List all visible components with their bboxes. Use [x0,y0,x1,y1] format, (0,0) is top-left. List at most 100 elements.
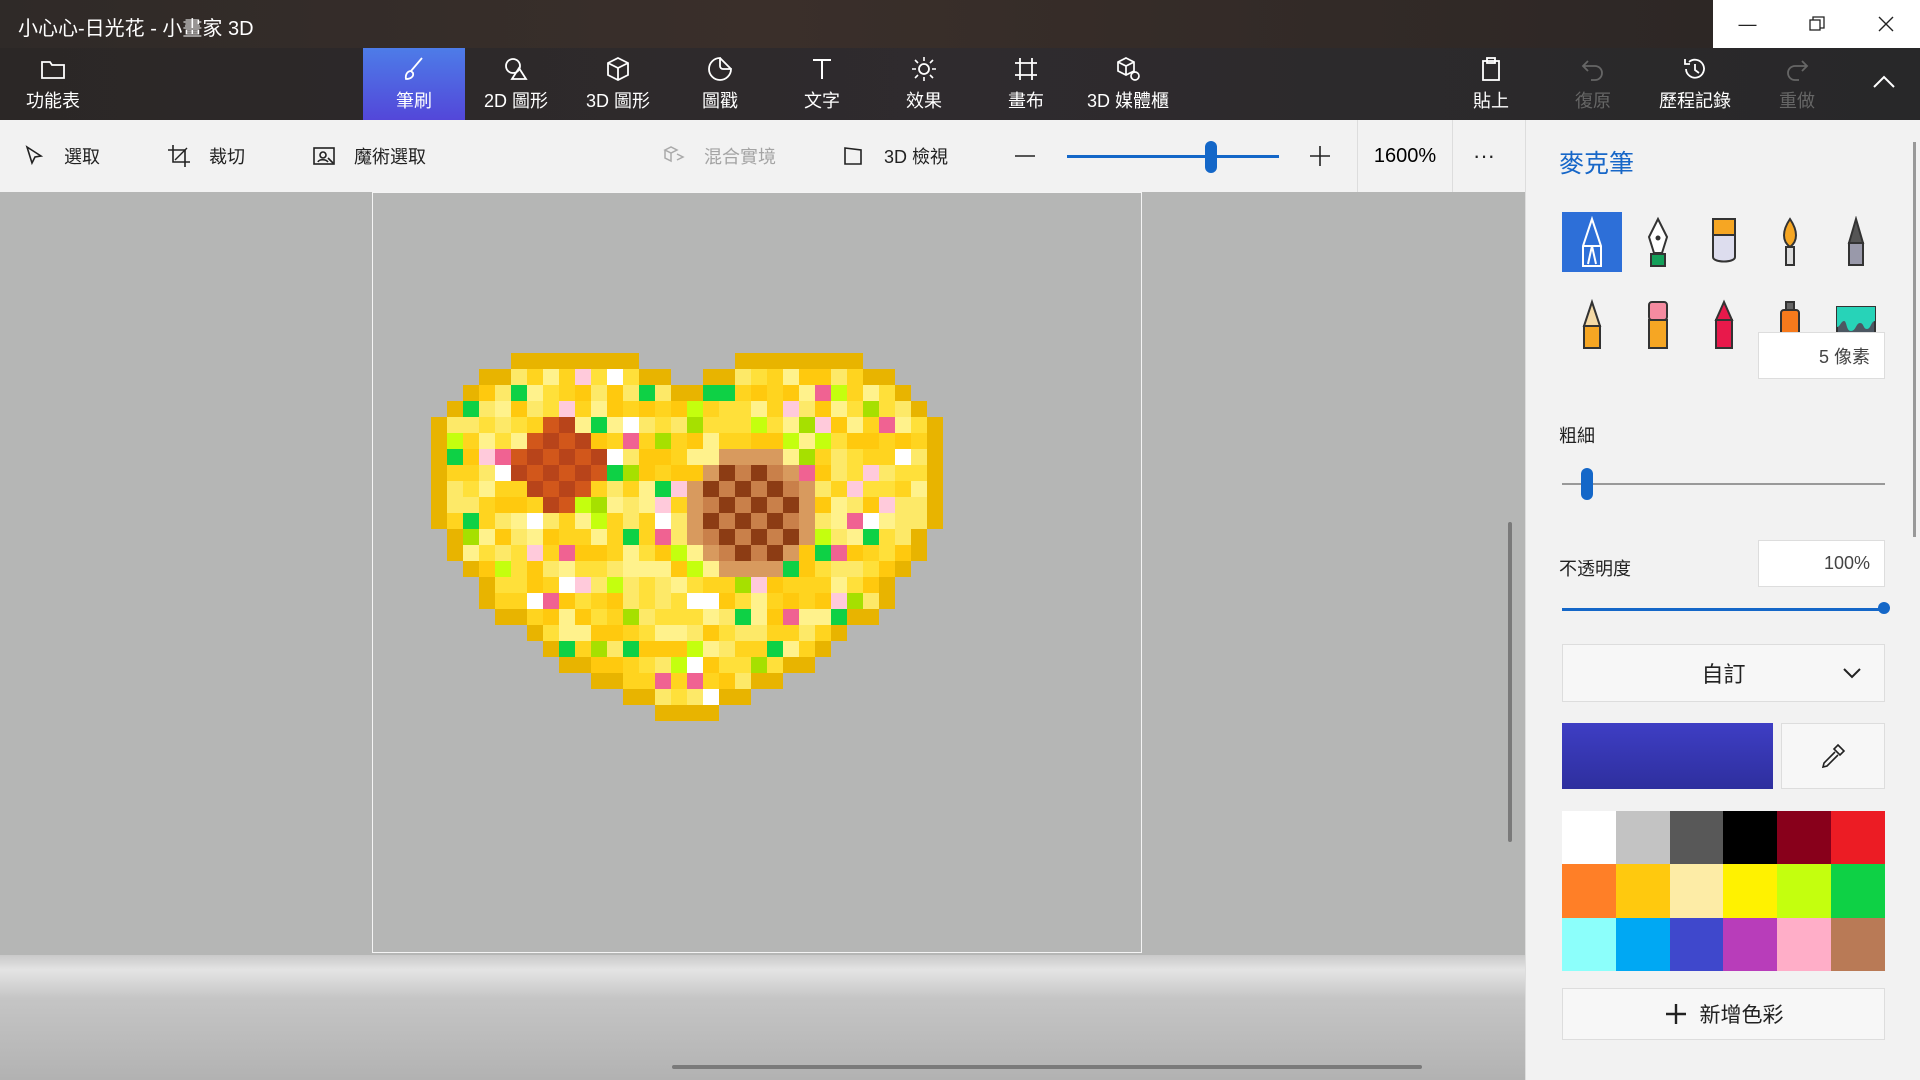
tab-stickers[interactable]: 圖戳 [669,48,771,120]
pixel [703,625,719,641]
palette-swatch[interactable] [1669,917,1724,971]
more-options-button[interactable]: ··· [1473,120,1495,192]
undo-icon [1581,60,1603,81]
brush-pixel-pen[interactable] [1826,212,1886,272]
pixel [815,385,831,401]
crop-button[interactable]: 裁切 [167,120,245,192]
pixel [863,593,879,609]
palette-swatch[interactable] [1777,917,1832,971]
panel-scrollbar[interactable] [1913,142,1916,537]
opacity-slider-thumb[interactable] [1878,602,1890,614]
brush-marker[interactable] [1562,212,1622,272]
palette-swatch[interactable] [1669,811,1724,865]
tab-2d-shapes[interactable]: 2D 圖形 [465,48,567,120]
close-icon[interactable] [1851,0,1920,48]
eyedropper-button[interactable] [1781,723,1885,789]
tab-canvas[interactable]: 畫布 [975,48,1077,120]
tab-text[interactable]: 文字 [771,48,873,120]
thickness-slider[interactable] [1562,483,1885,485]
pixel [463,481,479,497]
palette-swatch[interactable] [1723,917,1778,971]
pixel [847,545,863,561]
add-color-button[interactable]: 新增色彩 [1562,988,1885,1040]
brush-calligraphy[interactable] [1628,212,1688,272]
palette-swatch[interactable] [1669,864,1724,918]
pixel [703,433,719,449]
pixel [655,449,671,465]
redo-icon [1787,60,1809,81]
magic-select-button[interactable]: 魔術選取 [312,120,426,192]
palette-swatch[interactable] [1777,864,1832,918]
palette-swatch[interactable] [1562,864,1616,918]
tab-3d-library[interactable]: 3D 媒體櫃 [1077,48,1179,120]
tab-brushes[interactable]: 筆刷 [363,48,465,120]
pixel [655,433,671,449]
thickness-slider-thumb[interactable] [1580,468,1593,500]
pixel [591,545,607,561]
tab-effects[interactable]: 效果 [873,48,975,120]
brush-eraser[interactable] [1628,295,1688,355]
palette-swatch[interactable] [1615,811,1670,865]
mixed-reality-button[interactable]: 混合實境 [662,120,776,192]
pixel [927,433,943,449]
drawing-canvas[interactable] [372,192,1142,953]
zoom-slider[interactable] [1067,155,1279,158]
zoom-slider-thumb[interactable] [1204,141,1217,173]
menu-button[interactable]: 功能表 [10,48,96,120]
brush-watercolor[interactable] [1760,212,1820,272]
brush-pencil[interactable] [1562,295,1622,355]
palette-swatch[interactable] [1831,917,1885,971]
color-mode-dropdown[interactable]: 自訂 [1562,644,1885,702]
brush-crayon[interactable] [1694,295,1754,355]
thickness-input[interactable]: 5 像素 [1758,332,1885,379]
pixel [431,513,447,529]
zoom-value[interactable]: 1600% [1357,120,1453,192]
history-button[interactable]: 歷程記錄 [1644,48,1746,120]
collapse-ribbon-button[interactable] [1848,48,1920,120]
palette-swatch[interactable] [1615,917,1670,971]
palette-swatch[interactable] [1831,864,1885,918]
undo-button[interactable]: 復原 [1542,48,1644,120]
current-color-swatch[interactable] [1562,723,1773,789]
pixel [671,449,687,465]
pixel [447,465,463,481]
view-3d-button[interactable]: 3D 檢視 [842,120,948,192]
brush-oil[interactable] [1694,212,1754,272]
pixel [735,353,751,369]
pixel [527,385,543,401]
zoom-in-button[interactable] [1308,120,1332,192]
pixel [447,529,463,545]
pixel [735,609,751,625]
palette-swatch[interactable] [1831,811,1885,865]
palette-swatch[interactable] [1615,864,1670,918]
pixel [559,609,575,625]
palette-swatch[interactable] [1562,917,1616,971]
pixel [575,497,591,513]
select-button[interactable]: 選取 [22,120,100,192]
pixel [671,433,687,449]
restore-icon[interactable] [1782,0,1851,48]
pixel [591,497,607,513]
pixel [623,609,639,625]
palette-swatch[interactable] [1777,811,1832,865]
palette-swatch[interactable] [1723,811,1778,865]
pixel [463,385,479,401]
tab-3d-shapes[interactable]: 3D 圖形 [567,48,669,120]
mixed-reality-label: 混合實境 [704,147,776,167]
pixel [623,433,639,449]
zoom-out-button[interactable] [1013,120,1037,192]
pixel [751,385,767,401]
opacity-slider[interactable] [1562,608,1885,611]
vertical-scrollbar[interactable] [1508,522,1512,842]
minimize-icon[interactable]: — [1713,0,1782,48]
horizontal-scrollbar[interactable] [672,1065,1422,1069]
pixel [751,353,767,369]
palette-swatch[interactable] [1562,811,1616,865]
pixel [639,593,655,609]
opacity-input[interactable]: 100% [1758,540,1885,587]
paste-button[interactable]: 貼上 [1440,48,1542,120]
redo-button[interactable]: 重做 [1746,48,1848,120]
pixel [639,369,655,385]
palette-swatch[interactable] [1723,864,1778,918]
pixel [815,417,831,433]
